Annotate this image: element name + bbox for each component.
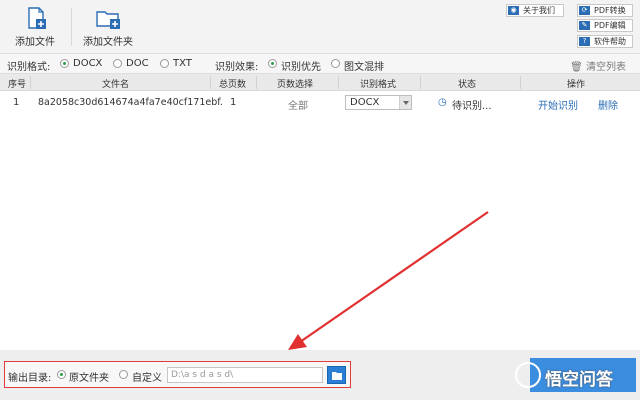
radio-original-folder[interactable] <box>57 370 66 379</box>
start-conversion-button[interactable] <box>530 358 636 392</box>
output-path-input[interactable]: D:\a s d a s d\ <box>167 367 323 383</box>
output-bar: 输出目录: 原文件夹 自定义 D:\a s d a s d\ <box>0 350 640 400</box>
browse-folder-button[interactable] <box>327 366 346 384</box>
output-label: 输出目录: <box>8 373 52 384</box>
custom-folder-label: 自定义 <box>132 373 162 384</box>
radio-custom-folder[interactable] <box>119 370 128 379</box>
original-folder-label: 原文件夹 <box>69 373 109 384</box>
folder-icon <box>332 372 342 380</box>
annotation-arrow <box>288 211 489 350</box>
output-directory-box: 输出目录: 原文件夹 自定义 D:\a s d a s d\ <box>4 361 351 388</box>
